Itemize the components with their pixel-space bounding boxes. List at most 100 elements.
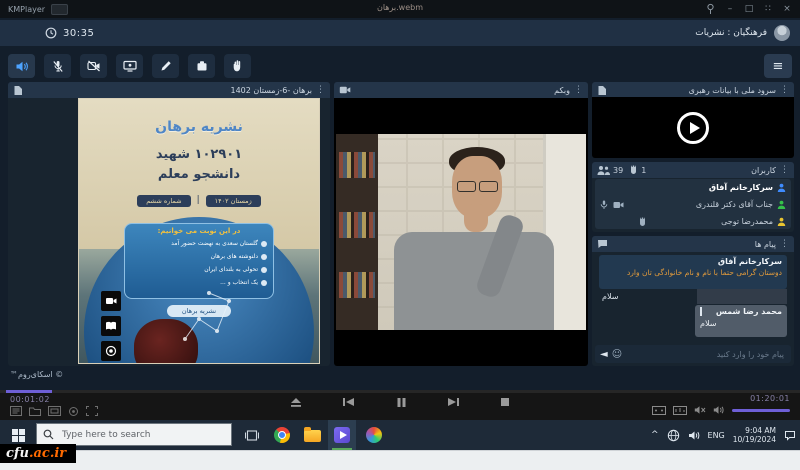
taskbar-search[interactable] <box>36 423 232 446</box>
session-timer: 30:35 <box>63 28 94 39</box>
message-item: سرکارخانم آفاق دوستان گرامی حتما با نام … <box>599 255 787 289</box>
hand-raised-icon <box>638 217 647 227</box>
person-icon <box>777 217 786 226</box>
media-app-icon[interactable] <box>360 420 388 450</box>
panel-menu-icon[interactable]: ⋮ <box>574 85 583 95</box>
panel-menu-icon[interactable]: ⋮ <box>316 85 325 95</box>
eject-button[interactable] <box>290 397 302 408</box>
draw-pen-button[interactable] <box>152 54 179 78</box>
chrome-icon[interactable] <box>268 420 296 450</box>
always-on-top-icon[interactable] <box>706 0 716 18</box>
user-row[interactable]: محمدرضا توجی <box>595 213 791 230</box>
kmplayer-taskbar-icon[interactable] <box>328 420 356 450</box>
file-icon <box>13 85 23 96</box>
action-center-icon[interactable] <box>784 430 796 441</box>
anthem-video <box>592 97 794 158</box>
speaker-torso <box>394 232 554 330</box>
anthem-panel-title: سرود ملی با بیانات رهبری <box>689 86 776 95</box>
kmplayer-logo-icon <box>51 4 68 15</box>
taskbar-clock[interactable]: 9:04 AM 10/19/2024 <box>733 426 776 444</box>
show-hidden-icons[interactable]: ^ <box>651 430 659 440</box>
chat-input[interactable] <box>622 349 786 360</box>
stop-button[interactable] <box>500 397 510 408</box>
watermark-name: cfu <box>6 446 29 461</box>
webcam-feed <box>336 134 586 330</box>
poster-logo-book-icon <box>101 316 121 336</box>
user-name: محمدرضا توجی <box>721 217 773 226</box>
maximize-button[interactable]: □ <box>744 0 754 18</box>
search-input[interactable] <box>60 429 214 441</box>
play-button[interactable] <box>677 112 709 144</box>
sound-icon[interactable] <box>688 430 700 441</box>
control-box-button[interactable]: ∷ <box>763 0 773 18</box>
poster-constellation-art <box>179 279 239 349</box>
elapsed-time: 00:01:02 <box>10 395 50 404</box>
camera-icon <box>339 85 351 95</box>
screen: KMPlayer برهان.webm – □ ∷ × 30:35 فرهنگی… <box>0 0 800 470</box>
panel-menu-icon[interactable]: ⋮ <box>780 165 789 175</box>
meeting-video-area: 30:35 فرهنگیان : نشریات ≡ برهان -6-زمستا… <box>0 18 800 390</box>
message-text: سلام <box>602 292 618 301</box>
minimize-button[interactable]: – <box>725 0 735 18</box>
user-name: سرکارخانم آفاق <box>709 183 773 192</box>
mic-on-icon <box>600 200 608 210</box>
cam-on-icon <box>613 201 624 209</box>
volume-slider[interactable] <box>732 409 790 412</box>
app-name: KMPlayer <box>0 5 45 14</box>
seek-bar[interactable] <box>0 390 800 393</box>
anthem-video-panel: سرود ملی با بیانات رهبری ⋮ <box>592 82 794 158</box>
preferences-icon[interactable] <box>68 406 79 417</box>
webcam-letterbox <box>334 98 588 366</box>
capture-icon[interactable] <box>86 406 98 417</box>
pause-button[interactable] <box>396 397 407 408</box>
kmplayer-titlebar: KMPlayer برهان.webm – □ ∷ × <box>0 0 800 18</box>
speaker-button[interactable] <box>8 54 35 78</box>
bullet-icon <box>261 254 267 260</box>
audio-channel-icon[interactable] <box>652 406 666 415</box>
file-explorer-icon[interactable] <box>298 420 326 450</box>
user-list: سرکارخانم آفاق جناب آقای دکتر قلندری محم… <box>595 179 791 229</box>
user-count: 39 <box>613 166 623 175</box>
previous-button[interactable] <box>342 397 355 408</box>
task-view-button[interactable] <box>238 420 266 450</box>
panel-menu-icon[interactable]: ⋮ <box>780 239 789 249</box>
chat-icon <box>597 239 608 249</box>
equalizer-icon[interactable] <box>673 406 687 415</box>
network-icon[interactable] <box>667 429 680 442</box>
menu-button[interactable]: ≡ <box>764 54 792 78</box>
speaker-hand <box>464 204 488 232</box>
raise-hand-button[interactable] <box>224 54 251 78</box>
poster-issue-badge: شماره ششم <box>137 195 190 207</box>
person-icon <box>777 183 786 192</box>
user-row[interactable]: سرکارخانم آفاق <box>595 179 791 196</box>
message-sender: محمد رضا شمس <box>700 307 782 316</box>
volume-icon[interactable] <box>713 405 725 415</box>
microphone-muted-button[interactable] <box>44 54 71 78</box>
webcam-muted-button[interactable] <box>80 54 107 78</box>
panel-menu-icon[interactable]: ⋮ <box>780 85 789 95</box>
poster-item: گلستان سعدی به نهضت حضور آمد <box>171 240 258 247</box>
system-tray: ^ ENG 9:04 AM 10/19/2024 <box>651 420 796 450</box>
screen-share-button[interactable] <box>116 54 143 78</box>
message-text: سلام <box>700 319 782 328</box>
avatar[interactable] <box>774 25 790 41</box>
people-icon <box>597 165 610 175</box>
close-button[interactable]: × <box>782 0 792 18</box>
skyroom-brand: © اسکای‌روم™ <box>10 370 63 379</box>
raised-hand-count: 1 <box>641 166 646 175</box>
user-row[interactable]: جناب آقای دکتر قلندری <box>595 196 791 213</box>
language-indicator[interactable]: ENG <box>708 431 725 440</box>
send-icon[interactable]: ◄ <box>600 349 608 360</box>
playlist-icon[interactable] <box>10 406 22 417</box>
windows-taskbar: ^ ENG 9:04 AM 10/19/2024 <box>0 420 800 450</box>
open-file-icon[interactable] <box>29 406 41 417</box>
share-file-button[interactable] <box>188 54 215 78</box>
message-overlay-artifact <box>697 289 787 304</box>
message-sender: سرکارخانم آفاق <box>604 257 782 266</box>
watermark-domain: .ac.ir <box>29 446 66 461</box>
next-button[interactable] <box>447 397 460 408</box>
screen-ratio-icon[interactable] <box>48 406 61 417</box>
poster-logo-camera-icon <box>101 291 121 311</box>
mute-icon[interactable] <box>694 405 706 415</box>
emoji-icon[interactable]: ☺ <box>612 349 622 360</box>
